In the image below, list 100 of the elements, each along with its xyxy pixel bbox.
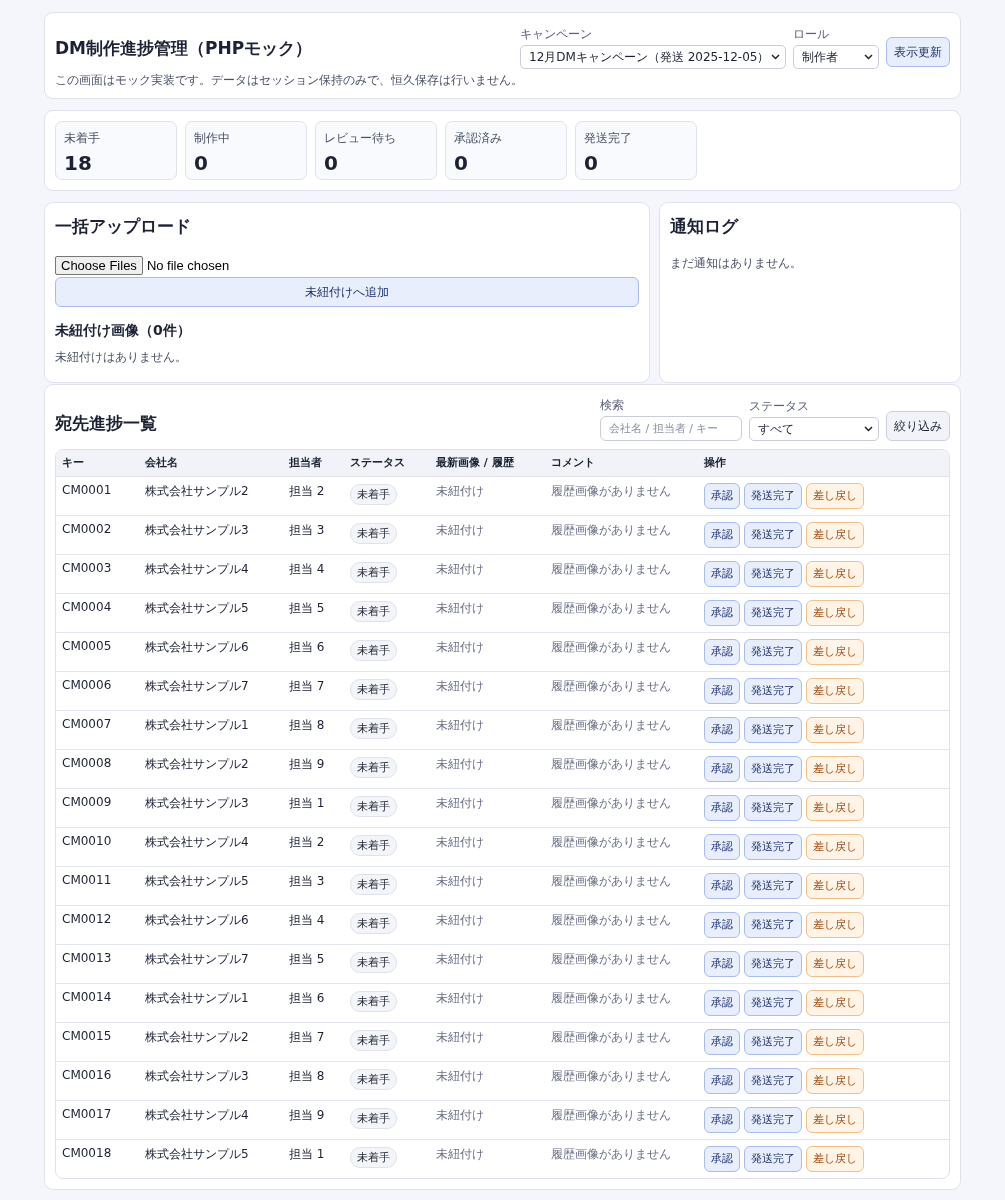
action-button[interactable]: 承認 <box>704 1028 740 1055</box>
action-button[interactable]: 発送完了 <box>744 1106 802 1133</box>
action-button[interactable]: 発送完了 <box>744 599 802 626</box>
action-button[interactable]: 承認 <box>704 521 740 548</box>
table-cell: CM0017 <box>56 1100 139 1139</box>
action-button[interactable]: 承認 <box>704 716 740 743</box>
field-label: 検索 <box>600 397 625 414</box>
action-button[interactable]: 承認 <box>704 1145 740 1172</box>
action-button[interactable]: 差し戻し <box>806 1106 864 1133</box>
action-button[interactable]: 差し戻し <box>806 833 864 860</box>
action-button[interactable]: 承認 <box>704 482 740 509</box>
action-button[interactable]: 差し戻し <box>806 911 864 938</box>
table-cell: 株式会社サンプル5 <box>139 866 283 905</box>
table-cell: 未紐付け <box>430 515 545 554</box>
status-badge: 未着手 <box>350 483 397 505</box>
action-button[interactable]: 発送完了 <box>744 482 802 509</box>
field-label: ステータス <box>749 398 810 415</box>
action-button[interactable]: 承認 <box>704 833 740 860</box>
action-button[interactable]: 発送完了 <box>744 716 802 743</box>
status-select[interactable]: すべて <box>749 417 879 441</box>
action-button[interactable]: 差し戻し <box>806 950 864 977</box>
action-button[interactable]: 差し戻し <box>806 599 864 626</box>
table-cell: 株式会社サンプル7 <box>139 671 283 710</box>
stat-value: 0 <box>324 151 339 175</box>
action-button[interactable]: 差し戻し <box>806 560 864 587</box>
action-button[interactable]: 発送完了 <box>744 638 802 665</box>
table-cell: CM0006 <box>56 671 139 710</box>
action-button[interactable]: 承認 <box>704 755 740 782</box>
action-button[interactable]: 差し戻し <box>806 482 864 509</box>
status-badge: 未着手 <box>350 951 397 973</box>
refresh-button[interactable]: 表示更新 <box>886 37 950 67</box>
add-to-unlinked-button[interactable]: 未紐付けへ追加 <box>55 277 639 307</box>
role-select[interactable]: 制作者 <box>793 45 879 69</box>
action-button[interactable]: 発送完了 <box>744 794 802 821</box>
action-button[interactable]: 差し戻し <box>806 716 864 743</box>
action-button[interactable]: 差し戻し <box>806 1067 864 1094</box>
action-button[interactable]: 発送完了 <box>744 560 802 587</box>
action-button[interactable]: 発送完了 <box>744 833 802 860</box>
action-button[interactable]: 発送完了 <box>744 755 802 782</box>
table-cell: 担当 9 <box>283 1100 344 1139</box>
status-badge: 未着手 <box>350 795 397 817</box>
stat-value: 0 <box>454 151 469 175</box>
table-cell: 担当 1 <box>283 1139 344 1178</box>
campaign-select[interactable]: 12月DMキャンペーン（発送 2025-12-05） <box>520 45 786 69</box>
table-cell: CM0007 <box>56 710 139 749</box>
table-cell: CM0004 <box>56 593 139 632</box>
action-button[interactable]: 承認 <box>704 794 740 821</box>
action-button[interactable]: 承認 <box>704 911 740 938</box>
action-button[interactable]: 差し戻し <box>806 638 864 665</box>
action-button[interactable]: 承認 <box>704 599 740 626</box>
action-button[interactable]: 差し戻し <box>806 1028 864 1055</box>
table-cell: 未紐付け <box>430 1100 545 1139</box>
action-button[interactable]: 承認 <box>704 1106 740 1133</box>
action-button[interactable]: 承認 <box>704 638 740 665</box>
action-button[interactable]: 差し戻し <box>806 1145 864 1172</box>
table-cell: 株式会社サンプル5 <box>139 593 283 632</box>
stat-value: 0 <box>584 151 599 175</box>
action-button[interactable]: 差し戻し <box>806 755 864 782</box>
action-button[interactable]: 発送完了 <box>744 989 802 1016</box>
stat-label: レビュー待ち <box>324 130 397 147</box>
action-button[interactable]: 発送完了 <box>744 1067 802 1094</box>
field-label: キャンペーン <box>520 26 593 43</box>
stat-label: 承認済み <box>454 130 503 147</box>
action-button[interactable]: 発送完了 <box>744 911 802 938</box>
table-cell: CM0009 <box>56 788 139 827</box>
action-button[interactable]: 承認 <box>704 560 740 587</box>
filter-button[interactable]: 絞り込み <box>886 411 950 441</box>
section-title: 一括アップロード <box>55 215 192 238</box>
action-button[interactable]: 発送完了 <box>744 521 802 548</box>
choose-files-button[interactable]: Choose Files <box>55 256 143 275</box>
action-button[interactable]: 承認 <box>704 677 740 704</box>
action-button[interactable]: 差し戻し <box>806 677 864 704</box>
action-button[interactable]: 差し戻し <box>806 794 864 821</box>
stat-label: 発送完了 <box>584 130 633 147</box>
table-cell: 履歴画像がありません <box>545 593 698 632</box>
action-button[interactable]: 承認 <box>704 872 740 899</box>
action-button[interactable]: 発送完了 <box>744 950 802 977</box>
search-field[interactable]: 会社名 / 担当者 / キー <box>600 416 742 441</box>
table-cell: 株式会社サンプル2 <box>139 476 283 515</box>
action-button[interactable]: 承認 <box>704 950 740 977</box>
table-cell: 履歴画像がありません <box>545 827 698 866</box>
action-button[interactable]: 発送完了 <box>744 677 802 704</box>
table-cell: 株式会社サンプル5 <box>139 1139 283 1178</box>
action-button[interactable]: 差し戻し <box>806 521 864 548</box>
action-button[interactable]: 発送完了 <box>744 1028 802 1055</box>
action-button[interactable]: 差し戻し <box>806 989 864 1016</box>
action-button[interactable]: 承認 <box>704 1067 740 1094</box>
action-button[interactable]: 発送完了 <box>744 872 802 899</box>
action-button[interactable]: 承認 <box>704 989 740 1016</box>
status-badge: 未着手 <box>350 912 397 934</box>
action-button[interactable]: 発送完了 <box>744 1145 802 1172</box>
table-cell: 担当 9 <box>283 749 344 788</box>
action-button[interactable]: 差し戻し <box>806 872 864 899</box>
table-cell: 履歴画像がありません <box>545 749 698 788</box>
table-cell: 履歴画像がありません <box>545 1139 698 1178</box>
table-cell: 株式会社サンプル6 <box>139 632 283 671</box>
table-cell: 株式会社サンプル4 <box>139 1100 283 1139</box>
table-cell: 株式会社サンプル7 <box>139 944 283 983</box>
table-cell: CM0002 <box>56 515 139 554</box>
table-cell: 未紐付け <box>430 788 545 827</box>
